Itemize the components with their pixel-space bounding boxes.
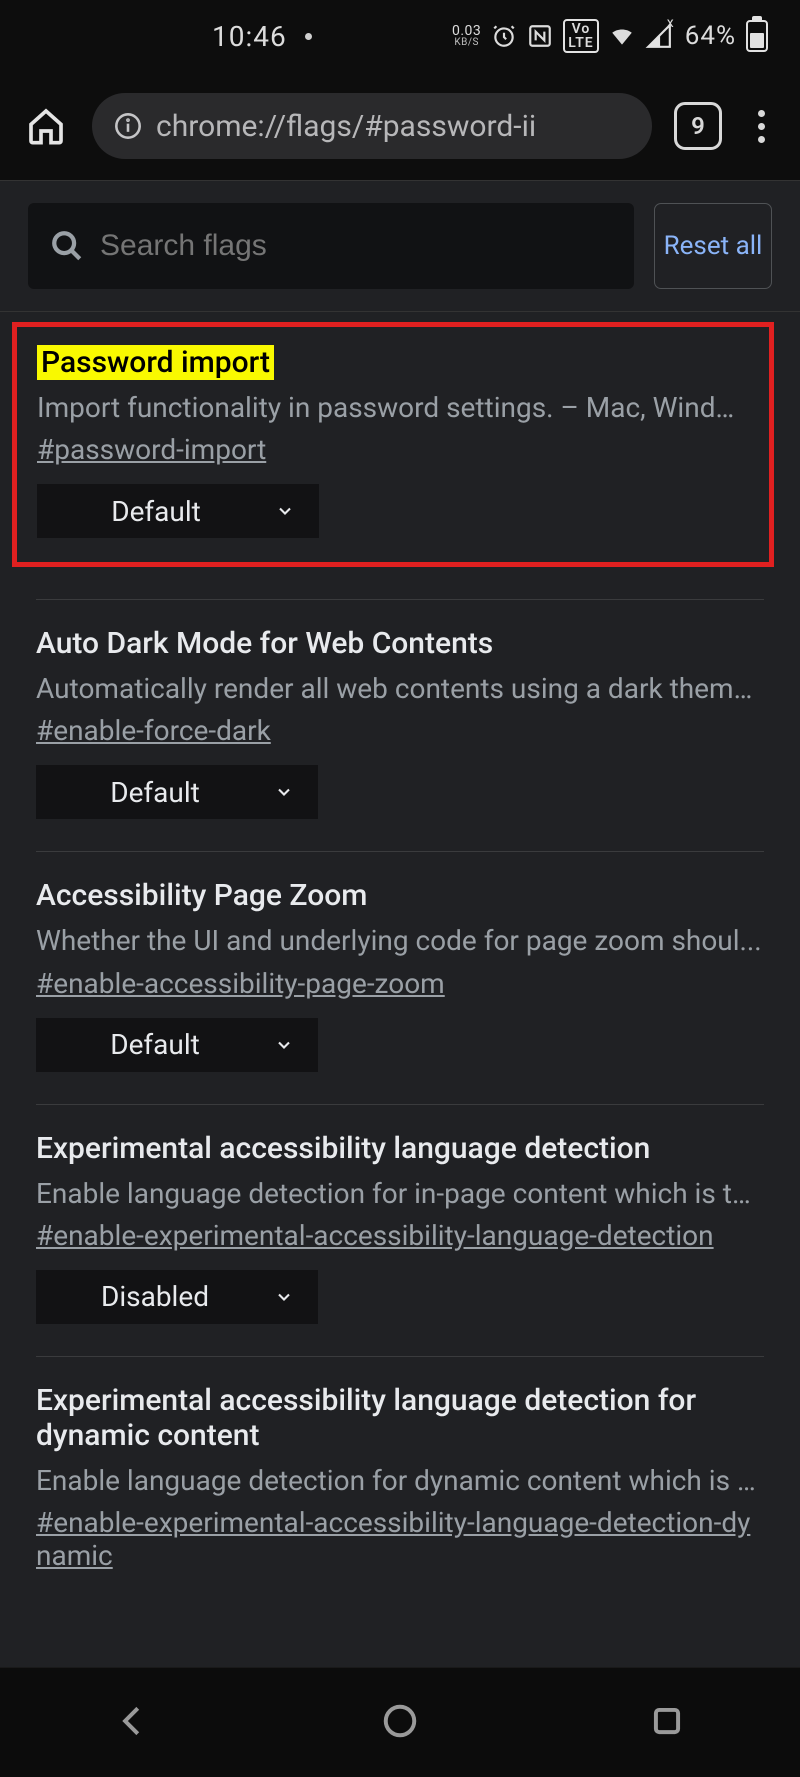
battery-percentage: 64% [685,21,736,51]
flag-title: Auto Dark Mode for Web Contents [36,626,493,661]
browser-toolbar: chrome://flags/#password-ii 9 [0,72,800,180]
chevron-down-icon [274,1035,294,1055]
search-icon [50,229,84,263]
back-button[interactable] [114,1702,152,1744]
search-input[interactable] [100,229,612,263]
circle-icon [381,1702,419,1740]
flag-description: Enable language detection for in-page co… [36,1174,764,1213]
search-field[interactable] [28,203,634,289]
flag-select[interactable]: Default [36,765,318,819]
flag-auto-dark-mode: Auto Dark Mode for Web Contents Automati… [0,600,800,819]
flag-anchor-link[interactable]: #enable-accessibility-page-zoom [36,967,445,1000]
flag-anchor-link[interactable]: #enable-force-dark [36,714,271,747]
wifi-icon [609,23,635,49]
flag-accessibility-lang-detection-dynamic: Experimental accessibility language dete… [0,1357,800,1590]
flag-select[interactable]: Disabled [36,1270,318,1324]
flag-description: Import functionality in password setting… [37,388,749,427]
flag-anchor-link[interactable]: #enable-experimental-accessibility-langu… [36,1506,764,1572]
signal-icon: x [645,23,673,49]
flags-list: Password import Import functionality in … [0,311,800,1667]
chevron-down-icon [274,782,294,802]
flag-description: Automatically render all web contents us… [36,669,764,708]
flag-title: Accessibility Page Zoom [36,878,367,913]
home-button[interactable] [22,102,70,150]
chevron-down-icon [275,501,295,521]
info-icon [114,112,142,140]
notification-dot-icon [305,33,312,40]
nfc-icon [527,23,553,49]
home-icon [26,106,66,146]
flag-anchor-link[interactable]: #enable-experimental-accessibility-langu… [36,1219,714,1252]
tab-count: 9 [691,112,705,140]
flag-title: Experimental accessibility language dete… [36,1131,650,1166]
flag-description: Whether the UI and underlying code for p… [36,921,764,960]
flag-title: Experimental accessibility language dete… [36,1383,764,1453]
chevron-down-icon [274,1287,294,1307]
tab-switcher-button[interactable]: 9 [674,102,722,150]
more-menu-button[interactable] [744,110,778,143]
url-text: chrome://flags/#password-ii [156,109,536,144]
battery-icon [746,20,768,52]
reset-all-button[interactable]: Reset all [654,203,772,289]
volte-icon: VoLTE [563,19,598,53]
dots-icon [758,110,765,117]
back-icon [114,1702,152,1740]
home-button-system[interactable] [381,1702,419,1744]
alarm-icon [491,23,517,49]
net-speed-indicator: 0.03 KB/S [452,24,481,48]
flag-anchor-link[interactable]: #password-import [37,433,266,466]
system-nav-bar [0,1667,800,1777]
flag-select[interactable]: Default [36,1018,318,1072]
recents-button[interactable] [648,1702,686,1744]
flag-select[interactable]: Default [37,484,319,538]
flag-title: Password import [37,345,274,380]
flag-password-import: Password import Import functionality in … [12,322,774,567]
url-bar[interactable]: chrome://flags/#password-ii [92,93,652,159]
flag-description: Enable language detection for dynamic co… [36,1461,764,1500]
square-icon [648,1702,686,1740]
flag-accessibility-lang-detection: Experimental accessibility language dete… [0,1105,800,1324]
flag-accessibility-page-zoom: Accessibility Page Zoom Whether the UI a… [0,852,800,1071]
status-bar: 10:46 0.03 KB/S VoLTE x 64% [0,0,800,72]
status-time: 10:46 [212,20,287,53]
flags-page: Reset all Password import Import functio… [0,180,800,1667]
